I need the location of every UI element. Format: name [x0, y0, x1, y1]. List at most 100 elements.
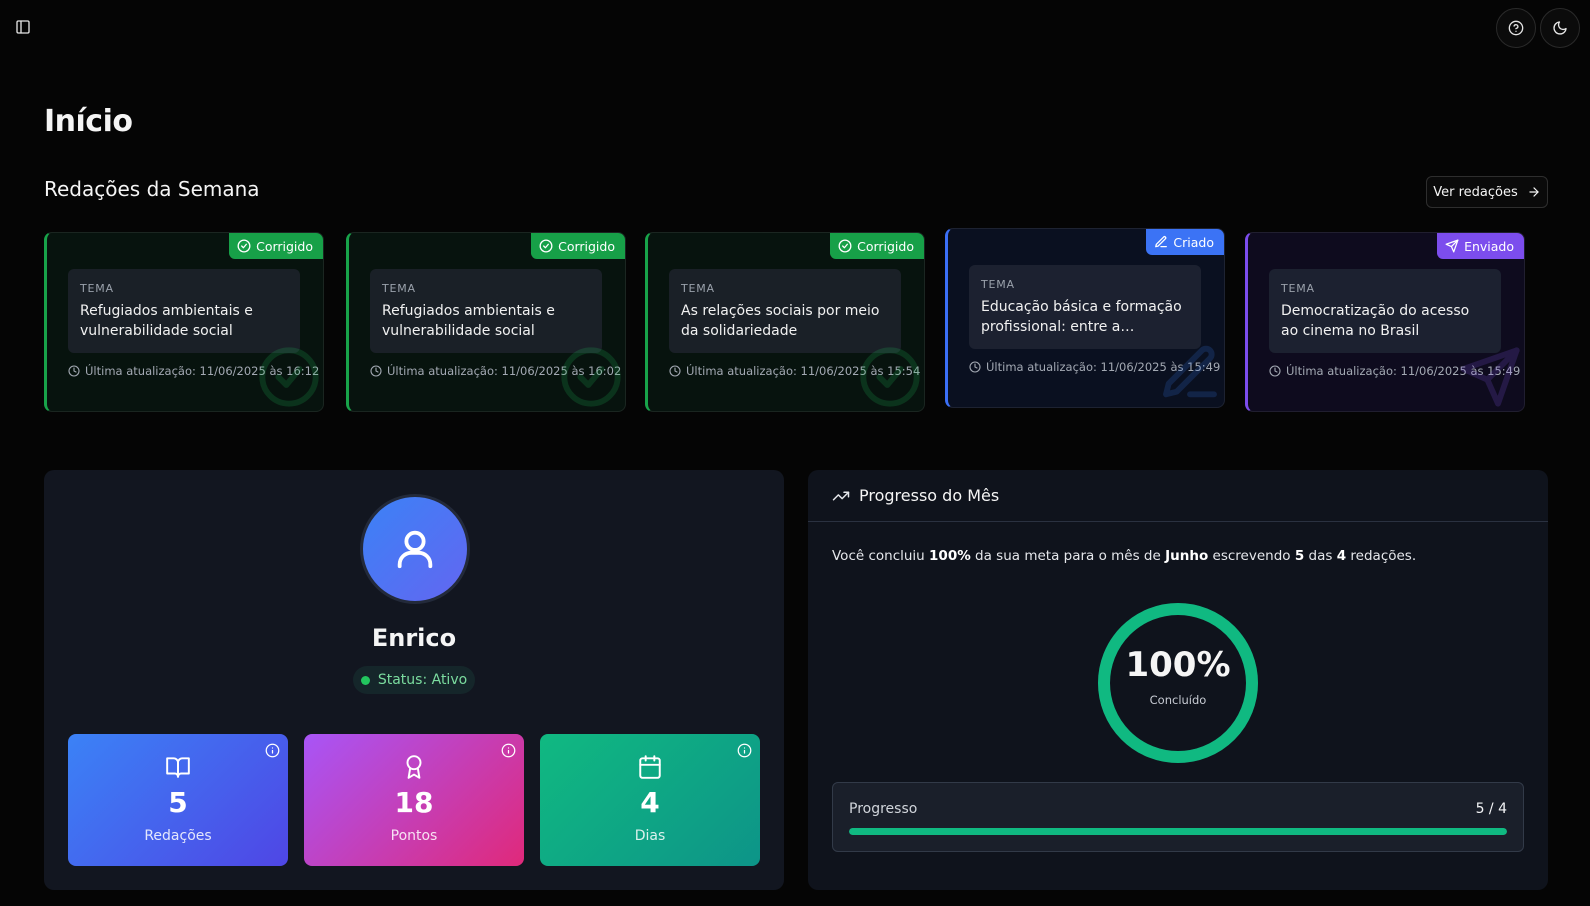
desc-text: Você concluiu	[832, 548, 930, 564]
see-essays-button[interactable]: Ver redações	[1426, 176, 1548, 208]
status-badge-corrigido: Corrigido	[229, 233, 323, 259]
status-badge-label: Corrigido	[857, 238, 914, 254]
essay-card[interactable]: Enviado TEMA Democratização do acesso ao…	[1245, 232, 1525, 412]
check-circle-icon	[237, 239, 251, 253]
send-icon	[1445, 239, 1459, 253]
theme-text: Refugiados ambientais e vulnerabilidade …	[80, 303, 253, 339]
status-badge-label: Corrigido	[256, 238, 313, 254]
desc-text: das	[1304, 548, 1337, 564]
essay-card[interactable]: Corrigido TEMA Refugiados ambientais e v…	[346, 232, 626, 412]
progress-bar-track	[849, 828, 1507, 835]
theme-text: Refugiados ambientais e vulnerabilidade …	[382, 303, 555, 339]
progress-bar-box: Progresso 5 / 4	[832, 782, 1524, 852]
theme-label: TEMA	[981, 278, 1015, 291]
theme-label: TEMA	[1281, 282, 1315, 295]
theme-box: TEMA Educação básica e formação profissi…	[969, 265, 1201, 349]
desc-goal: 4	[1336, 548, 1347, 564]
theme-label: TEMA	[80, 282, 114, 295]
essay-card[interactable]: Criado TEMA Educação básica e formação p…	[945, 228, 1225, 408]
pencil-watermark-icon	[1163, 345, 1217, 398]
progress-bar-value: 5 / 4	[1475, 801, 1507, 817]
book-icon	[166, 757, 190, 778]
progress-percent: 100%	[1125, 645, 1231, 685]
status-badge-enviado: Enviado	[1437, 233, 1524, 259]
stat-value: 4	[640, 786, 660, 819]
stat-value: 18	[394, 786, 434, 819]
top-bar	[0, 0, 1590, 56]
status-badge-corrigido: Corrigido	[531, 233, 625, 259]
monthly-progress-panel: Progresso do Mês Você concluiu 100% da s…	[808, 470, 1548, 890]
trending-up-icon	[832, 491, 850, 500]
progress-ring-label: Concluído	[1149, 693, 1207, 707]
desc-percent: 100%	[929, 548, 971, 564]
progress-title: Progresso do Mês	[859, 486, 1000, 505]
calendar-icon	[639, 755, 661, 779]
theme-text: As relações sociais por meio da solidari…	[681, 303, 880, 339]
stat-card-essays[interactable]: 5 Redações	[68, 734, 288, 866]
stat-value: 5	[168, 786, 188, 819]
see-essays-label: Ver redações	[1433, 184, 1518, 200]
stat-icon-wrap	[68, 754, 288, 780]
profile-panel: Enrico Status: Ativo 5 Redações 18 Ponto…	[44, 470, 784, 890]
essay-card[interactable]: Corrigido TEMA As relações sociais por m…	[645, 232, 925, 412]
clock-icon	[669, 365, 681, 377]
theme-box: TEMA Refugiados ambientais e vulnerabili…	[68, 269, 300, 353]
theme-box: TEMA Democratização do acesso ao cinema …	[1269, 269, 1501, 353]
status-dot	[360, 675, 370, 685]
help-circle-icon	[1508, 20, 1524, 36]
avatar	[360, 494, 470, 604]
weekly-essays-title: Redações da Semana	[44, 177, 260, 201]
desc-text: escrevendo	[1208, 548, 1295, 564]
status-badge-label: Enviado	[1464, 238, 1514, 254]
clock-icon	[1269, 365, 1281, 377]
check-circle-watermark-icon	[259, 347, 319, 407]
user-icon	[397, 530, 433, 569]
stat-label: Pontos	[390, 828, 438, 844]
progress-header: Progresso do Mês	[808, 470, 1548, 522]
desc-written: 5	[1294, 548, 1305, 564]
clock-icon	[68, 365, 80, 377]
sidebar-toggle-button[interactable]	[12, 16, 34, 38]
award-icon	[406, 755, 422, 779]
theme-label: TEMA	[382, 282, 416, 295]
status-badge-label: Corrigido	[558, 238, 615, 254]
clock-icon	[370, 365, 382, 377]
clock-icon	[969, 361, 981, 373]
status-badge: Status: Ativo	[353, 666, 475, 694]
status-badge-label: Criado	[1173, 234, 1214, 250]
theme-text: Democratização do acesso ao cinema no Br…	[1281, 303, 1470, 339]
progress-bar-label: Progresso	[849, 801, 918, 817]
theme-box: TEMA Refugiados ambientais e vulnerabili…	[370, 269, 602, 353]
status-badge-criado: Criado	[1146, 229, 1224, 255]
page-title: Início	[44, 104, 133, 139]
stat-card-days[interactable]: 4 Dias	[540, 734, 760, 866]
check-circle-watermark-icon	[860, 347, 920, 407]
stat-card-points[interactable]: 18 Pontos	[304, 734, 524, 866]
theme-label: TEMA	[681, 282, 715, 295]
help-button[interactable]	[1496, 8, 1536, 48]
check-circle-icon	[838, 239, 852, 253]
stat-label: Dias	[634, 828, 666, 844]
desc-month: Junho	[1165, 548, 1209, 564]
sidebar-toggle-icon	[16, 20, 30, 34]
pencil-icon	[1155, 236, 1168, 248]
check-circle-watermark-icon	[561, 347, 621, 407]
stat-icon-wrap	[304, 754, 524, 780]
desc-text: da sua meta para o mês de	[970, 548, 1166, 564]
user-name: Enrico	[371, 624, 457, 652]
moon-icon	[1553, 21, 1567, 35]
arrow-right-icon	[1529, 187, 1539, 197]
send-watermark-icon	[1460, 347, 1520, 407]
status-badge-corrigido: Corrigido	[830, 233, 924, 259]
progress-description: Você concluiu 100% da sua meta para o mê…	[832, 548, 1416, 564]
check-circle-icon	[539, 239, 553, 253]
stat-icon-wrap	[540, 754, 760, 780]
theme-text: Educação básica e formação profissional:…	[981, 299, 1182, 335]
essay-card[interactable]: Corrigido TEMA Refugiados ambientais e v…	[44, 232, 324, 412]
progress-bar-fill	[849, 828, 1507, 835]
theme-box: TEMA As relações sociais por meio da sol…	[669, 269, 901, 353]
desc-text: redações.	[1346, 548, 1417, 564]
status-text: Status: Ativo	[377, 672, 468, 688]
stat-label: Redações	[144, 828, 212, 844]
theme-toggle-button[interactable]	[1540, 8, 1580, 48]
